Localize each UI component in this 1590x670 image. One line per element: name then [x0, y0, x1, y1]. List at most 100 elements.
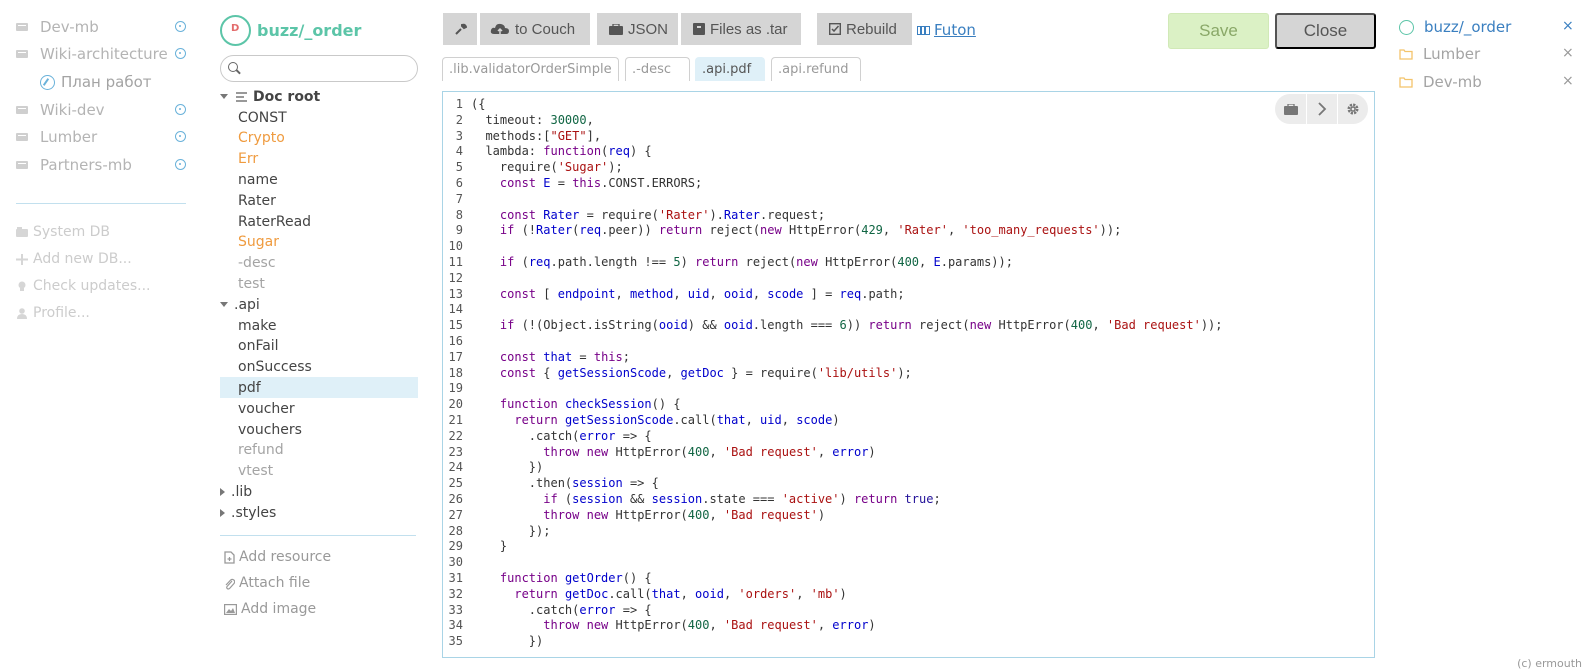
- folder-icon: [1399, 49, 1413, 60]
- profile-link[interactable]: Profile...: [16, 303, 90, 323]
- line-number: 8: [455, 207, 463, 222]
- rebuild-button[interactable]: Rebuild: [817, 13, 912, 45]
- tree-node[interactable]: .api: [220, 294, 418, 315]
- code-text: });: [471, 523, 551, 538]
- tree-node[interactable]: Crypto: [220, 128, 418, 149]
- tab-api-refund[interactable]: .api.refund: [771, 57, 861, 81]
- line-number: 19: [448, 381, 463, 396]
- tree-node-label: vouchers: [238, 421, 302, 438]
- open-doc-dev-mb[interactable]: Dev-mb: [1399, 71, 1482, 93]
- tree-node[interactable]: .styles: [220, 502, 418, 523]
- editor-tool-next[interactable]: [1306, 94, 1337, 124]
- close-doc-icon[interactable]: ×: [1562, 71, 1574, 91]
- db-subitem-plan[interactable]: План работ: [40, 71, 152, 93]
- tree-node[interactable]: Sugar: [220, 232, 418, 253]
- to-couch-button[interactable]: to Couch: [480, 13, 590, 45]
- line-number: 15: [448, 318, 463, 333]
- files-tar-button[interactable]: Files as .tar: [681, 13, 801, 45]
- caret-right-icon[interactable]: [220, 487, 225, 496]
- tree-node[interactable]: refund: [220, 440, 418, 461]
- open-doc-buzz-order[interactable]: buzz/_order: [1399, 16, 1511, 38]
- code-text: throw new HttpError(400, 'Bad request'): [543, 507, 826, 522]
- db-item-lumber[interactable]: Lumber: [16, 126, 186, 148]
- check-updates-link[interactable]: Check updates...: [16, 276, 151, 296]
- code-text: require('Sugar');: [471, 160, 623, 175]
- sync-status-icon[interactable]: [175, 21, 186, 32]
- tree-node[interactable]: onSuccess: [220, 357, 418, 378]
- futon-link[interactable]: Futon: [917, 20, 976, 40]
- tree-node[interactable]: .lib: [220, 481, 418, 502]
- copyright-credit: (c) ermouth: [1517, 657, 1582, 670]
- tree-node-label: .api: [234, 296, 260, 313]
- line-number: 14: [448, 302, 463, 317]
- db-item-partners-mb[interactable]: Partners-mb: [16, 154, 186, 176]
- wrench-icon: [454, 23, 467, 35]
- db-item-dev-mb[interactable]: Dev-mb: [16, 16, 186, 38]
- close-doc-icon[interactable]: ×: [1562, 43, 1574, 63]
- close-button[interactable]: Close: [1275, 13, 1376, 49]
- tree-node-label: Crypto: [238, 130, 285, 147]
- code-line: 3 methods:["GET"],: [443, 128, 1373, 144]
- save-button[interactable]: Save: [1168, 13, 1269, 49]
- add-image-button[interactable]: Add image: [224, 599, 316, 619]
- code-text: if (req.path.length !== 5) return reject…: [499, 255, 1013, 269]
- caret-right-icon[interactable]: [220, 508, 225, 517]
- tree-node[interactable]: -desc: [220, 253, 418, 274]
- tree-root[interactable]: Doc root: [220, 86, 418, 107]
- sync-status-icon[interactable]: [175, 104, 186, 115]
- system-db-link[interactable]: System DB: [16, 222, 110, 242]
- caret-down-icon[interactable]: [220, 302, 228, 308]
- editor-tool-settings[interactable]: [1337, 94, 1368, 124]
- code-line: 6 const E = this.CONST.ERRORS;: [443, 175, 1373, 191]
- line-number: 34: [448, 618, 463, 633]
- code-line: 34 throw new HttpError(400, 'Bad request…: [443, 617, 1373, 633]
- editor-tool-run[interactable]: [1275, 94, 1306, 124]
- tree-node[interactable]: CONST: [220, 107, 418, 128]
- db-item-wiki-architecture[interactable]: Wiki-architecture: [16, 43, 186, 65]
- line-number: 32: [448, 586, 463, 601]
- tree-node[interactable]: name: [220, 169, 418, 190]
- tree-node-label: onFail: [238, 338, 279, 355]
- code-text: return getDoc.call(that, ooid, 'orders',…: [514, 586, 847, 601]
- code-line: 24 }): [443, 459, 1373, 475]
- tree-node[interactable]: voucher: [220, 398, 418, 419]
- tree-node[interactable]: RaterRead: [220, 211, 418, 232]
- files-tar-label: Files as .tar: [710, 20, 788, 38]
- tree-node[interactable]: vouchers: [220, 419, 418, 440]
- tree-node[interactable]: Rater: [220, 190, 418, 211]
- tab-desc[interactable]: .-desc: [625, 57, 690, 81]
- code-line: 18 const { getSessionScode, getDoc } = r…: [443, 365, 1373, 381]
- tree-node[interactable]: make: [220, 315, 418, 336]
- db-item-wiki-dev[interactable]: Wiki-dev: [16, 99, 186, 121]
- tree-node[interactable]: test: [220, 273, 418, 294]
- json-button[interactable]: JSON: [597, 13, 678, 45]
- sync-status-icon[interactable]: [175, 159, 186, 170]
- sync-status-icon[interactable]: [175, 48, 186, 59]
- tree-node-label: RaterRead: [238, 213, 312, 230]
- tab-lib-validator[interactable]: .lib.validatorOrderSimple: [442, 57, 619, 81]
- close-doc-icon[interactable]: ×: [1562, 16, 1574, 36]
- briefcase-icon: [609, 23, 623, 35]
- code-text: if (!(Object.isString(ooid) && ooid.leng…: [499, 318, 1223, 333]
- tree-divider: [220, 535, 416, 536]
- tab-api-pdf[interactable]: .api.pdf: [695, 57, 765, 81]
- tree-search-input[interactable]: [243, 59, 411, 79]
- caret-down-icon[interactable]: [220, 94, 228, 99]
- db-item-label: Lumber: [40, 128, 98, 146]
- settings-wrench-button[interactable]: [443, 13, 477, 45]
- code-text: ({: [471, 97, 486, 111]
- tree-node[interactable]: onFail: [220, 336, 418, 357]
- open-doc-lumber[interactable]: Lumber: [1399, 43, 1480, 65]
- sync-status-icon[interactable]: [175, 131, 186, 142]
- file-add-icon: [224, 550, 235, 564]
- add-resource-button[interactable]: Add resource: [224, 547, 331, 567]
- tree-node[interactable]: Err: [220, 149, 418, 170]
- attach-file-button[interactable]: Attach file: [224, 573, 310, 593]
- add-new-db-link[interactable]: Add new DB...: [16, 249, 132, 269]
- code-line: 33 .catch(error => {: [443, 602, 1373, 618]
- code-editor[interactable]: 1({2 timeout: 30000, 3 methods:["GET"], 4 …: [442, 91, 1375, 658]
- tree-node[interactable]: vtest: [220, 461, 418, 482]
- profile-label: Profile...: [33, 305, 90, 321]
- chevron-right-icon: [1318, 102, 1327, 116]
- tree-node[interactable]: pdf: [220, 377, 418, 399]
